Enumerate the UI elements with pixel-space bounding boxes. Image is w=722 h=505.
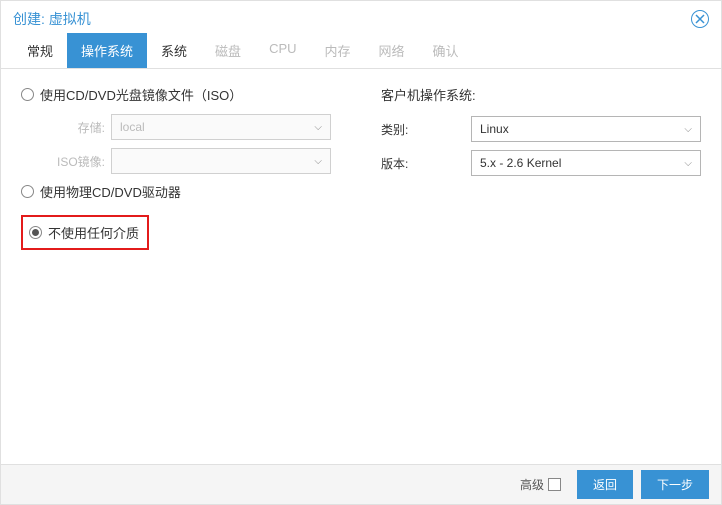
footer: 高级 返回 下一步 — [1, 464, 721, 504]
back-button[interactable]: 返回 — [577, 470, 633, 499]
tab-bar: 常规 操作系统 系统 磁盘 CPU 内存 网络 确认 — [1, 33, 721, 69]
chevron-down-icon: ⌵ — [684, 124, 692, 135]
checkbox-icon — [548, 478, 561, 491]
storage-select: local ⌵ — [111, 114, 331, 140]
tab-confirm: 确认 — [419, 33, 473, 68]
storage-value: local — [120, 120, 145, 134]
radio-label: 不使用任何介质 — [48, 223, 139, 242]
tab-system[interactable]: 系统 — [147, 33, 201, 68]
os-type-label: 类别: — [381, 121, 471, 138]
radio-label: 使用CD/DVD光盘镜像文件（ISO） — [40, 85, 242, 104]
os-type-select[interactable]: Linux ⌵ — [471, 116, 701, 142]
os-version-label: 版本: — [381, 155, 471, 172]
os-type-value: Linux — [480, 122, 509, 136]
tab-network: 网络 — [365, 33, 419, 68]
advanced-label: 高级 — [520, 476, 544, 493]
close-icon[interactable] — [691, 10, 709, 28]
tab-os[interactable]: 操作系统 — [67, 33, 147, 68]
chevron-down-icon: ⌵ — [314, 122, 322, 133]
tab-cpu: CPU — [255, 33, 310, 68]
tab-memory: 内存 — [311, 33, 365, 68]
chevron-down-icon: ⌵ — [314, 156, 322, 167]
storage-label: 存储: — [41, 119, 111, 136]
guest-os-title: 客户机操作系统: — [381, 85, 701, 104]
radio-icon — [29, 226, 42, 239]
os-version-select[interactable]: 5.x - 2.6 Kernel ⌵ — [471, 150, 701, 176]
chevron-down-icon: ⌵ — [684, 158, 692, 169]
iso-select: ⌵ — [111, 148, 331, 174]
iso-label: ISO镜像: — [41, 153, 111, 170]
next-button[interactable]: 下一步 — [641, 470, 709, 499]
radio-icon — [21, 88, 34, 101]
tab-general[interactable]: 常规 — [13, 33, 67, 68]
radio-use-physical[interactable]: 使用物理CD/DVD驱动器 — [21, 182, 341, 201]
radio-label: 使用物理CD/DVD驱动器 — [40, 182, 181, 201]
radio-icon — [21, 185, 34, 198]
highlight-annotation: 不使用任何介质 — [21, 215, 149, 250]
os-version-value: 5.x - 2.6 Kernel — [480, 156, 561, 170]
dialog-title: 创建: 虚拟机 — [13, 9, 91, 29]
radio-use-iso[interactable]: 使用CD/DVD光盘镜像文件（ISO） — [21, 85, 341, 104]
tab-disk: 磁盘 — [201, 33, 255, 68]
advanced-toggle[interactable]: 高级 — [520, 476, 561, 493]
radio-no-media[interactable]: 不使用任何介质 — [23, 223, 139, 242]
